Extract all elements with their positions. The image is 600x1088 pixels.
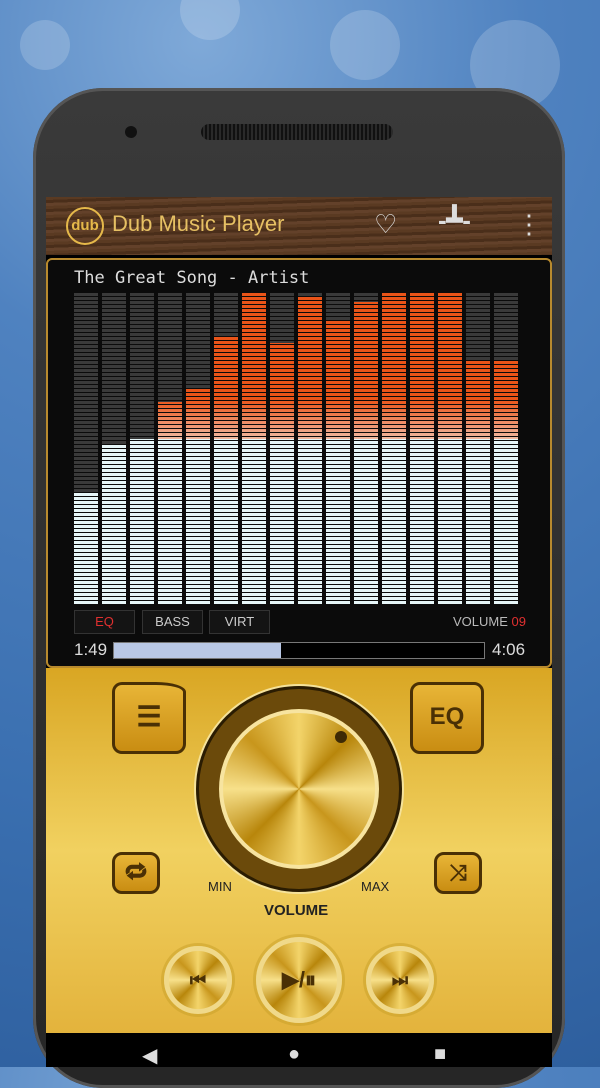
spectrum-bar [242,293,266,604]
spectrum-bar [382,293,406,604]
spectrum-bar [298,293,322,604]
knob-indicator [335,731,347,743]
eq-toggle[interactable]: EQ [74,610,135,634]
spectrum-bar-level [410,293,434,604]
spectrum-bar-level [298,296,322,604]
spectrum-bar [410,293,434,604]
spectrum-bar [438,293,462,604]
more-vert-icon[interactable]: ⋮ [516,209,542,240]
spectrum-bar-level [74,492,98,604]
spectrum-bar-level [158,401,182,604]
spectrum-bar [494,293,518,604]
spectrum-bar-level [242,293,266,604]
next-button[interactable]: ⏭ [366,946,434,1014]
heart-icon[interactable]: ♡ [374,209,397,240]
app-screen: dub Dub Music Player ♡ -┻- ⋮ The Great S… [46,197,552,1067]
spectrum-bar-level [130,439,154,604]
elapsed-time: 1:49 [74,640,108,659]
repeat-button[interactable]: 🔁︎ [112,852,160,894]
spectrum-bar [354,293,378,604]
virt-toggle[interactable]: VIRT [209,610,270,634]
equalizer-slider-icon[interactable]: -┻- [438,205,471,236]
spectrum-bar-level [494,361,518,604]
playlist-button[interactable]: ☰ [112,682,186,754]
recents-button[interactable]: ■ [434,1043,446,1066]
speaker-grille [201,124,393,140]
spectrum-bar-level [354,302,378,604]
max-label: MAX [361,879,390,894]
spectrum-bar [270,293,294,604]
volume-knob-label: VOLUME [264,902,329,919]
app-logo: dub [66,207,104,245]
spectrum-bar-level [270,342,294,604]
spectrum-bar [466,293,490,604]
volume-value: 09 [511,614,526,629]
bass-toggle[interactable]: BASS [142,610,203,634]
volume-readout: VOLUME 09 [453,614,526,629]
song-title: The Great Song - Artist [74,268,310,288]
seek-bar-fill [114,643,281,658]
control-panel: ☰ EQ 🔁︎ ⤨ MIN MAX VOLUME ⏮ ▶/⏸ ⏭ [46,668,552,1033]
spectrum-bar-level [466,361,490,604]
min-label: MIN [208,879,232,894]
back-button[interactable]: ◀ [142,1043,157,1067]
repeat-icon: 🔁︎ [124,860,147,885]
spectrum-bar [158,293,182,604]
spectrum-bar [102,293,126,604]
spectrum-bar [130,293,154,604]
app-title: Dub Music Player [112,211,285,236]
playlist-icon: ☰ [136,701,162,732]
spectrum-analyzer [74,293,522,604]
spectrum-bar-level [438,293,462,604]
spectrum-bar [214,293,238,604]
volume-label: VOLUME [453,614,508,629]
home-button[interactable]: ● [288,1043,300,1066]
spectrum-bar [186,293,210,604]
seek-bar[interactable] [113,642,485,659]
volume-knob-ring[interactable] [196,686,402,892]
spectrum-bar-level [326,321,350,604]
previous-button[interactable]: ⏮ [164,946,232,1014]
spectrum-bar-level [102,445,126,604]
spectrum-bar-level [382,293,406,604]
spectrum-bar [74,293,98,604]
spectrum-bar [326,293,350,604]
duration-time: 4:06 [492,640,526,659]
camera [125,126,137,138]
visualizer-panel: The Great Song - Artist EQ BASS VIRT VOL… [46,258,552,668]
system-nav-bar: ◀ ● ■ [46,1033,552,1067]
shuffle-icon: ⤨ [449,860,467,885]
app-header: dub Dub Music Player ♡ -┻- ⋮ [46,197,552,255]
play-pause-button[interactable]: ▶/⏸ [256,937,342,1023]
spectrum-bar-level [214,336,238,604]
volume-knob[interactable] [219,709,379,869]
shuffle-button[interactable]: ⤨ [434,852,482,894]
spectrum-bar-level [186,389,210,604]
eq-button[interactable]: EQ [410,682,484,754]
